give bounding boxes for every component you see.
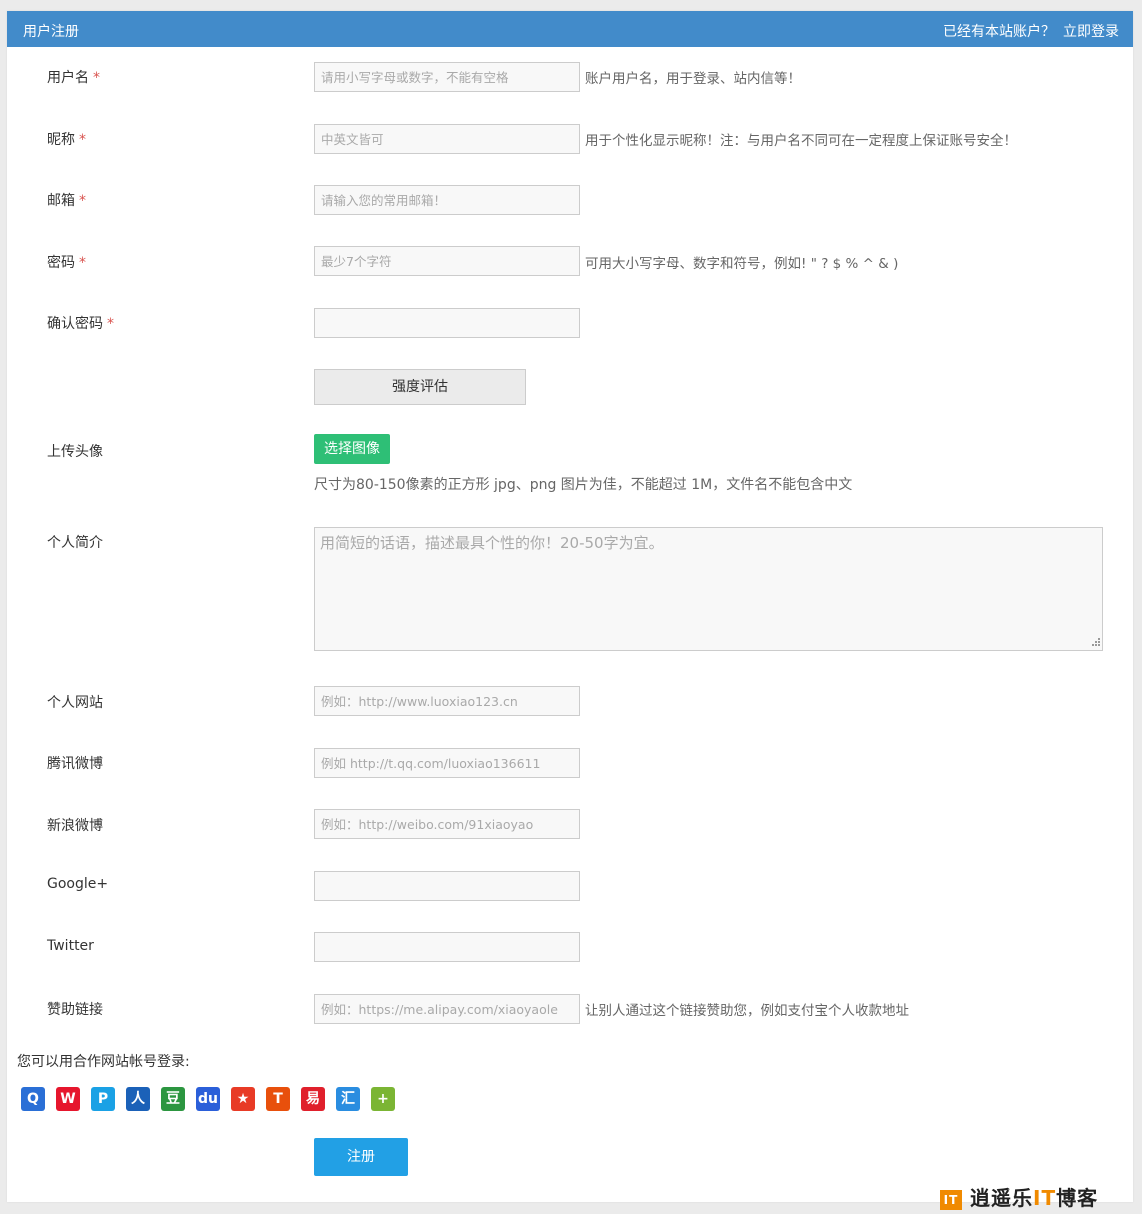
sina-weibo-label: 新浪微博 [47, 818, 103, 834]
website-label: 个人网站 [47, 695, 103, 711]
panel-header: 用户注册 已经有本站账户？ 立即登录 [7, 11, 1133, 47]
password-label: 密码 * [47, 255, 86, 271]
twitter-input[interactable] [314, 932, 580, 962]
required-mark: * [79, 132, 86, 148]
kaixin-icon[interactable]: ★ [231, 1087, 255, 1111]
required-mark: * [79, 193, 86, 209]
choose-image-button[interactable]: 选择图像 [314, 434, 390, 464]
nickname-hint: 用于个性化显示昵称！注：与用户名不同可在一定程度上保证账号安全！ [585, 133, 1017, 149]
username-label: 用户名 * [47, 70, 100, 86]
google-plus-label: Google+ [47, 876, 109, 892]
watermark-prefix: 逍遥乐 [970, 1186, 1033, 1210]
password-hint: 可用大小写字母、数字和符号，例如! " ? $ % ^ & ) [585, 256, 899, 272]
watermark-suffix: 博客 [1056, 1186, 1099, 1210]
confirm-password-label: 确认密码 * [47, 316, 114, 332]
confirm-password-input[interactable] [314, 308, 580, 338]
bio-textarea[interactable] [314, 527, 1103, 651]
username-hint: 账户用户名，用于登录、站内信等！ [585, 71, 801, 87]
social-login-title: 您可以用合作网站帐号登录: [17, 1054, 190, 1070]
tencent-weibo-input[interactable] [314, 748, 580, 778]
has-account-text: 已经有本站账户？ [943, 24, 1055, 40]
required-mark: * [107, 316, 114, 332]
sina-weibo-icon[interactable]: W [56, 1087, 80, 1111]
email-input[interactable] [314, 185, 580, 215]
resize-grip-icon[interactable] [1089, 637, 1101, 649]
twitter-label: Twitter [47, 938, 94, 954]
tencent-weibo-icon[interactable]: P [91, 1087, 115, 1111]
password-input[interactable] [314, 246, 580, 276]
username-input[interactable] [314, 62, 580, 92]
watermark-highlight: IT [1033, 1186, 1057, 1210]
huiju-icon[interactable]: 汇 [336, 1087, 360, 1111]
site-watermark: IT 逍遥乐IT博客 [940, 1182, 1099, 1210]
website-input[interactable] [314, 686, 580, 716]
bio-label: 个人简介 [47, 535, 103, 551]
donate-hint: 让别人通过这个链接赞助您，例如支付宝个人收款地址 [585, 1003, 909, 1019]
email-label: 邮箱 * [47, 193, 86, 209]
avatar-note: 尺寸为80-150像素的正方形 jpg、png 图片为佳，不能超过 1M，文件名… [314, 477, 853, 493]
sina-weibo-input[interactable] [314, 809, 580, 839]
nickname-label: 昵称 * [47, 132, 86, 148]
page-title: 用户注册 [23, 24, 79, 40]
tencent-weibo-label: 腾讯微博 [47, 756, 103, 772]
baidu-icon[interactable]: du [196, 1087, 220, 1111]
required-mark: * [79, 255, 86, 271]
add-more-icon[interactable]: + [371, 1087, 395, 1111]
register-submit-button[interactable]: 注册 [314, 1138, 408, 1176]
avatar-label: 上传头像 [47, 444, 103, 460]
qq-icon[interactable]: Q [21, 1087, 45, 1111]
renren-icon[interactable]: 人 [126, 1087, 150, 1111]
strength-check-button[interactable]: 强度评估 [314, 369, 526, 405]
login-link[interactable]: 立即登录 [1063, 24, 1119, 40]
watermark-logo-icon: IT [940, 1189, 962, 1210]
register-panel: 用户注册 已经有本站账户？立即登录 用户名* 账户用户名，用于登录、站内信等！ … [7, 11, 1133, 1202]
donate-label: 赞助链接 [47, 1002, 103, 1018]
required-mark: * [93, 70, 100, 86]
douban-icon[interactable]: 豆 [161, 1087, 185, 1111]
nickname-input[interactable] [314, 124, 580, 154]
google-plus-input[interactable] [314, 871, 580, 901]
login-prompt: 已经有本站账户？ 立即登录 [943, 21, 1119, 41]
netease-icon[interactable]: 易 [301, 1087, 325, 1111]
donate-input[interactable] [314, 994, 580, 1024]
tianya-icon[interactable]: T [266, 1087, 290, 1111]
